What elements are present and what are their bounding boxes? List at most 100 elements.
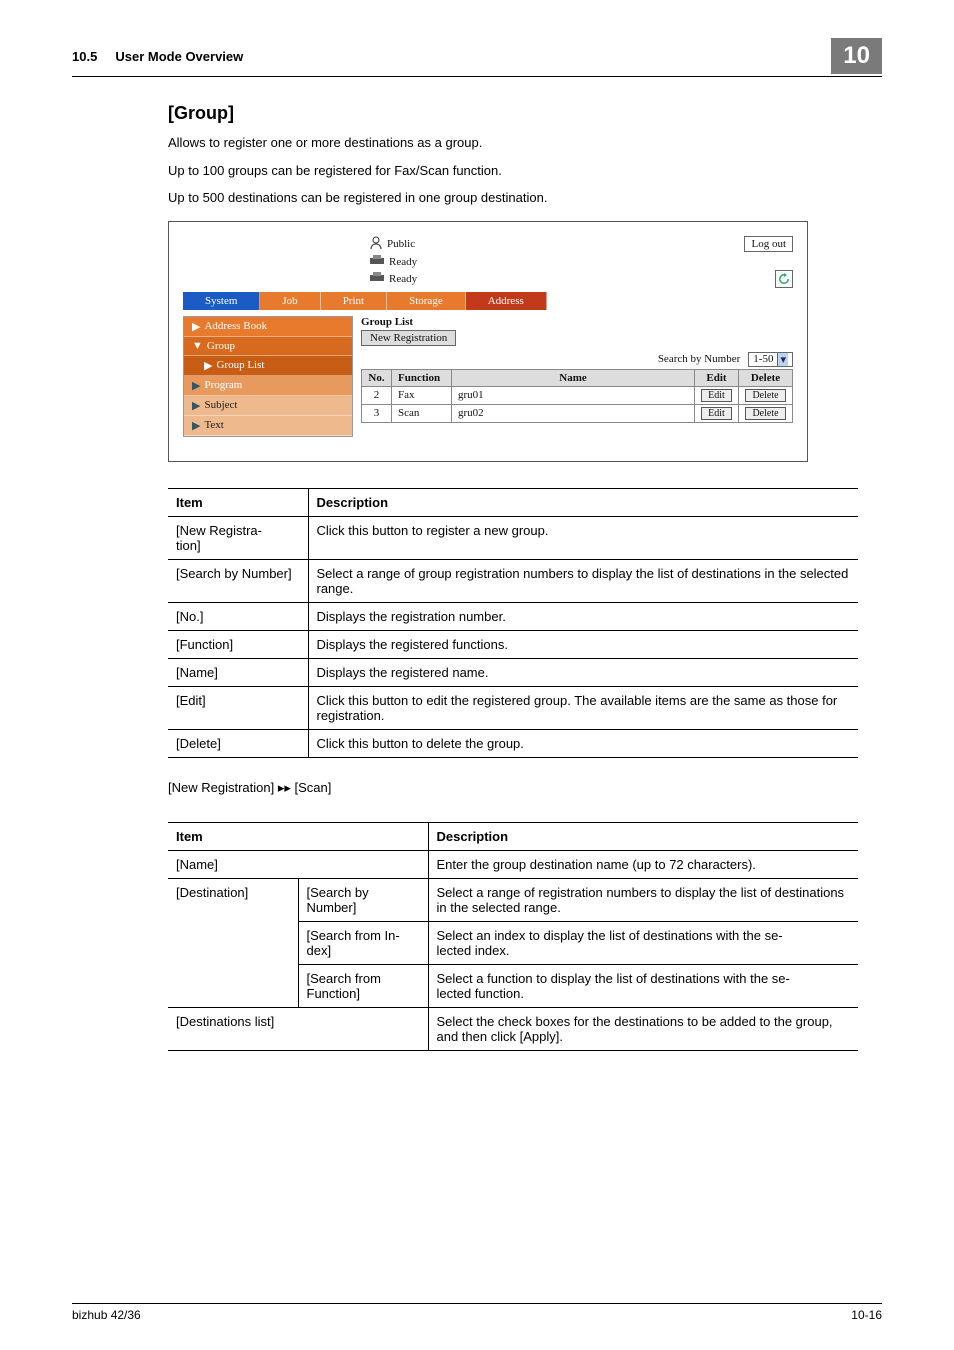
col-delete: Delete [739,369,793,386]
triangle-right-icon: ▶ [192,320,200,333]
item-cell: [New Registra- tion] [168,516,308,559]
edit-button[interactable]: Edit [701,407,732,420]
item-cell: [Destinations list] [168,1007,428,1050]
main-pane: Group List New Registration Search by Nu… [361,316,793,437]
item-cell: [Delete] [168,729,308,757]
screenshot-grouplist: Public Ready Ready [168,221,808,462]
tab-job[interactable]: Job [260,292,320,310]
chapter-badge: 10 [831,38,882,74]
desc-cell: Select the check boxes for the destinati… [428,1007,858,1050]
printer-icon [369,255,385,270]
triangle-down-icon: ▼ [192,340,203,352]
tab-system[interactable]: System [183,292,260,310]
subitem-cell: [Search by Number] [298,878,428,921]
item-cell: [Name] [168,658,308,686]
desc-cell: Displays the registered functions. [308,630,858,658]
desc-cell: Select a function to display the list of… [428,964,858,1007]
desc-cell: Displays the registered name. [308,658,858,686]
sidebar-item-group[interactable]: ▼ Group [184,337,352,356]
subitem-cell: [Search from Function] [298,964,428,1007]
item-cell: [Name] [168,850,428,878]
top-tabs: System Job Print Storage Address [183,292,793,310]
desc-cell: Click this button to register a new grou… [308,516,858,559]
item-cell: [Function] [168,630,308,658]
tab-storage[interactable]: Storage [387,292,466,310]
description-table-1: Item Description [New Registra- tion]Cli… [168,488,858,758]
footer-page: 10-16 [851,1308,882,1322]
description-table-2: Item Description [Name] Enter the group … [168,822,858,1051]
subitem-cell: [Search from In- dex] [298,921,428,964]
table-row: 2 Fax gru01 Edit Delete [362,386,793,404]
cell-no: 3 [362,404,392,422]
desc-cell: Enter the group destination name (up to … [428,850,858,878]
col-function: Function [392,369,452,386]
ready-label-2: Ready [389,273,417,285]
col-edit: Edit [695,369,739,386]
ready-label-1: Ready [389,256,417,268]
logout-button[interactable]: Log out [744,236,793,252]
item-cell: [No.] [168,602,308,630]
cell-name: gru01 [452,386,695,404]
printer-status-1: Ready [369,255,744,270]
group-heading: [Group] [168,103,882,124]
sidebar-label: Group [207,340,235,352]
sidebar-item-grouplist[interactable]: ▶ Group List [184,356,352,376]
search-by-number-label: Search by Number [658,353,740,365]
sidebar-label: Address Book [204,320,267,332]
desc-cell: Select an index to display the list of d… [428,921,858,964]
group-paragraph-1: Allows to register one or more destinati… [168,134,882,152]
tab-print[interactable]: Print [321,292,387,310]
public-label: Public [387,238,415,250]
sidebar-label: Group List [216,359,264,371]
sidebar-item-program[interactable]: ▶ Program [184,376,352,396]
refresh-icon[interactable] [775,270,793,288]
col-desc: Description [428,822,858,850]
desc-cell: Click this button to edit the registered… [308,686,858,729]
item-cell: [Edit] [168,686,308,729]
section-number: 10.5 [72,49,97,64]
item-cell-destination: [Destination] [168,878,298,1007]
group-paragraph-2: Up to 100 groups can be registered for F… [168,162,882,180]
delete-button[interactable]: Delete [745,407,785,420]
item-cell: [Search by Number] [168,559,308,602]
group-paragraph-3: Up to 500 destinations can be registered… [168,189,882,207]
sidebar-item-subject[interactable]: ▶ Subject [184,396,352,416]
group-list-table: No. Function Name Edit Delete 2 Fax gru0… [361,369,793,423]
col-desc: Description [308,488,858,516]
user-indicator: Public [369,236,744,253]
pane-title: Group List [361,316,793,328]
desc-cell: Displays the registration number. [308,602,858,630]
sidebar: ▶ Address Book ▼ Group ▶ Group List ▶ Pr… [183,316,353,437]
cell-fn: Fax [392,386,452,404]
cell-fn: Scan [392,404,452,422]
chevron-down-icon: ▾ [777,353,788,366]
col-item: Item [168,822,428,850]
triangle-right-icon: ▶ [204,359,212,372]
range-select[interactable]: 1-50 ▾ [748,352,793,367]
desc-cell: Select a range of registration numbers t… [428,878,858,921]
edit-button[interactable]: Edit [701,389,732,402]
triangle-right-icon: ▶ [192,399,200,412]
delete-button[interactable]: Delete [745,389,785,402]
col-item: Item [168,488,308,516]
sidebar-item-text[interactable]: ▶ Text [184,416,352,436]
footer-model: bizhub 42/36 [72,1308,141,1322]
sidebar-label: Program [204,379,242,391]
section-title: User Mode Overview [115,49,243,64]
range-value: 1-50 [753,353,773,365]
cell-name: gru02 [452,404,695,422]
cell-no: 2 [362,386,392,404]
triangle-right-icon: ▶ [192,379,200,392]
sidebar-label: Text [204,419,223,431]
sidebar-item-addressbook[interactable]: ▶ Address Book [184,317,352,337]
printer-icon [369,272,385,287]
sidebar-label: Subject [204,399,237,411]
col-name: Name [452,369,695,386]
col-no: No. [362,369,392,386]
subheading-newreg-scan: [New Registration] ▸▸ [Scan] [168,780,882,796]
desc-cell: Click this button to delete the group. [308,729,858,757]
page-footer: bizhub 42/36 10-16 [72,1303,882,1322]
new-registration-button[interactable]: New Registration [361,330,456,346]
desc-cell: Select a range of group registration num… [308,559,858,602]
tab-address[interactable]: Address [466,292,547,310]
